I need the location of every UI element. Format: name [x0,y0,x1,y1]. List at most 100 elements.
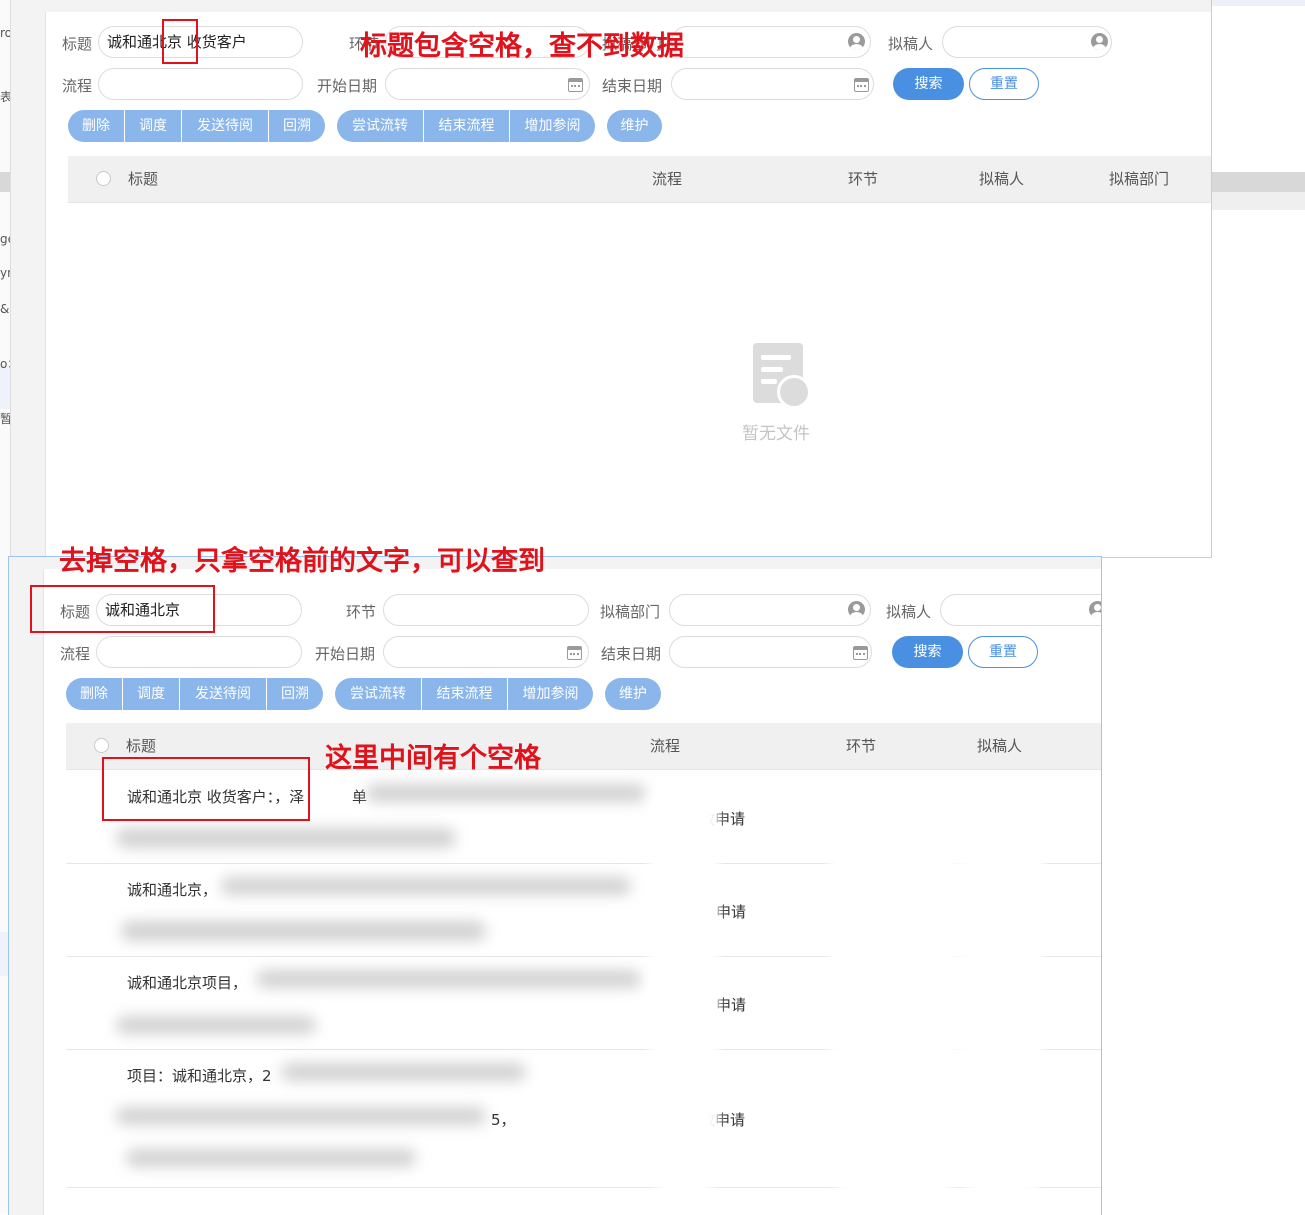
dept-filter-input[interactable] [669,594,871,626]
row-title[interactable]: 诚和通北京项目， [127,972,247,993]
row-title[interactable]: 诚和通北京， [127,879,217,900]
column-drafter-dept[interactable]: 拟稿部门 [1109,156,1169,202]
redaction-smear [649,779,719,1199]
empty-document-icon [753,343,811,409]
person-picker-icon[interactable] [1091,33,1108,50]
rollback-button[interactable]: 回溯 [268,110,325,142]
process-filter-input[interactable] [96,636,302,668]
end-flow-button[interactable]: 结束流程 [421,678,507,710]
end-date-label: 结束日期 [602,77,663,95]
drafter-filter-input[interactable] [942,26,1112,58]
column-drafter[interactable]: 拟稿人 [977,723,1022,769]
panel-top-strip [45,0,1211,12]
title-filter-label: 标题 [62,35,93,53]
highlight-row-title-box [102,757,310,821]
maintain-button[interactable]: 维护 [607,110,662,142]
process-filter-label: 流程 [60,645,91,663]
step-filter-label: 环节 [346,603,377,621]
row-title[interactable]: 项目：诚和通北京，2 [127,1065,272,1086]
calendar-icon[interactable] [567,646,582,660]
flow-button-group: 尝试流转 结束流程 增加参阅 [335,678,593,710]
person-picker-icon[interactable] [1089,601,1101,618]
panel-left-gutter [9,557,44,1215]
redacted-text [256,970,641,988]
calendar-icon[interactable] [568,78,583,92]
person-picker-icon[interactable] [848,601,865,618]
annotation-middle: 去掉空格，只拿空格前的文字，可以查到 [59,546,545,577]
flow-button-group: 尝试流转 结束流程 增加参阅 [337,110,595,142]
process-filter-label: 流程 [62,77,93,95]
process-filter-input[interactable] [98,68,303,100]
row-process: 申请 [716,903,747,921]
try-transfer-button[interactable]: 尝试流转 [335,678,421,710]
action-button-group: 删除 调度 发送待阅 回溯 [68,110,325,142]
rollback-button[interactable]: 回溯 [266,678,323,710]
calendar-icon[interactable] [853,646,868,660]
redacted-text [116,828,456,848]
delete-button[interactable]: 删除 [68,110,124,142]
step-filter-input[interactable] [383,594,589,626]
highlight-title-input-box [30,585,215,633]
end-flow-button[interactable]: 结束流程 [423,110,509,142]
column-title[interactable]: 标题 [128,156,158,202]
action-button-group: 删除 调度 发送待阅 回溯 [66,678,323,710]
try-transfer-button[interactable]: 尝试流转 [337,110,423,142]
person-picker-icon[interactable] [848,33,865,50]
search-panel-with-space: 标题 诚和通北京 收货客户 环节 拟稿部门 拟稿人 流程 开始日期 结束日期 搜… [10,0,1212,558]
maintain-button[interactable]: 维护 [605,678,661,710]
redacted-text [116,1107,486,1125]
background-topbar [1210,0,1305,6]
row-title-extra: 单 [352,788,368,806]
table-header: 标题 流程 环节 拟稿人 拟稿部门 [68,156,1211,203]
select-all-checkbox[interactable] [94,738,109,753]
column-step[interactable]: 环节 [848,156,878,202]
redaction-smear [829,779,959,1199]
dept-filter-label: 拟稿部门 [600,603,661,621]
column-process[interactable]: 流程 [652,156,682,202]
row-title-extra: 5， [491,1111,516,1129]
search-button[interactable]: 搜索 [893,68,964,100]
redacted-text [366,784,646,802]
column-process[interactable]: 流程 [650,723,680,769]
reset-button[interactable]: 重置 [969,68,1039,100]
annotation-top: 标题包含空格，查不到数据 [360,31,684,62]
drafter-filter-label: 拟稿人 [888,35,934,53]
redaction-smear [959,779,1044,1199]
redacted-text [116,1016,316,1034]
annotation-row: 这里中间有个空格 [325,743,541,774]
background-band-light [1210,192,1305,210]
end-date-label: 结束日期 [601,645,662,663]
redacted-text [121,921,486,941]
panel-left-gutter [11,0,46,557]
column-step[interactable]: 环节 [846,723,876,769]
start-date-input[interactable] [385,68,590,100]
start-date-input[interactable] [383,636,589,668]
dept-filter-input[interactable] [671,26,871,58]
dispatch-button[interactable]: 调度 [124,110,181,142]
redacted-text [281,1063,526,1081]
highlight-space-box [162,19,198,64]
column-drafter[interactable]: 拟稿人 [979,156,1024,202]
start-date-label: 开始日期 [317,77,378,95]
bg-fragment: & [0,302,10,316]
end-date-input[interactable] [669,636,872,668]
send-to-read-button[interactable]: 发送待阅 [179,678,266,710]
end-date-input[interactable] [671,68,874,100]
search-button[interactable]: 搜索 [892,636,963,668]
start-date-label: 开始日期 [315,645,376,663]
drafter-filter-label: 拟稿人 [886,603,932,621]
title-filter-input[interactable]: 诚和通北京 收货客户 [98,26,303,58]
dispatch-button[interactable]: 调度 [122,678,179,710]
reset-button[interactable]: 重置 [968,636,1038,668]
add-reference-button[interactable]: 增加参阅 [509,110,595,142]
send-to-read-button[interactable]: 发送待阅 [181,110,268,142]
delete-button[interactable]: 删除 [66,678,122,710]
redacted-text [126,1149,416,1167]
add-reference-button[interactable]: 增加参阅 [507,678,593,710]
drafter-filter-input[interactable] [940,594,1101,626]
calendar-icon[interactable] [854,78,869,92]
select-all-checkbox[interactable] [96,171,111,186]
search-panel-without-space: 标题 诚和通北京 环节 拟稿部门 拟稿人 流程 开始日期 结束日期 搜索 重置 … [8,556,1102,1215]
redacted-text [221,877,631,895]
row-process: 申请 [716,996,747,1014]
